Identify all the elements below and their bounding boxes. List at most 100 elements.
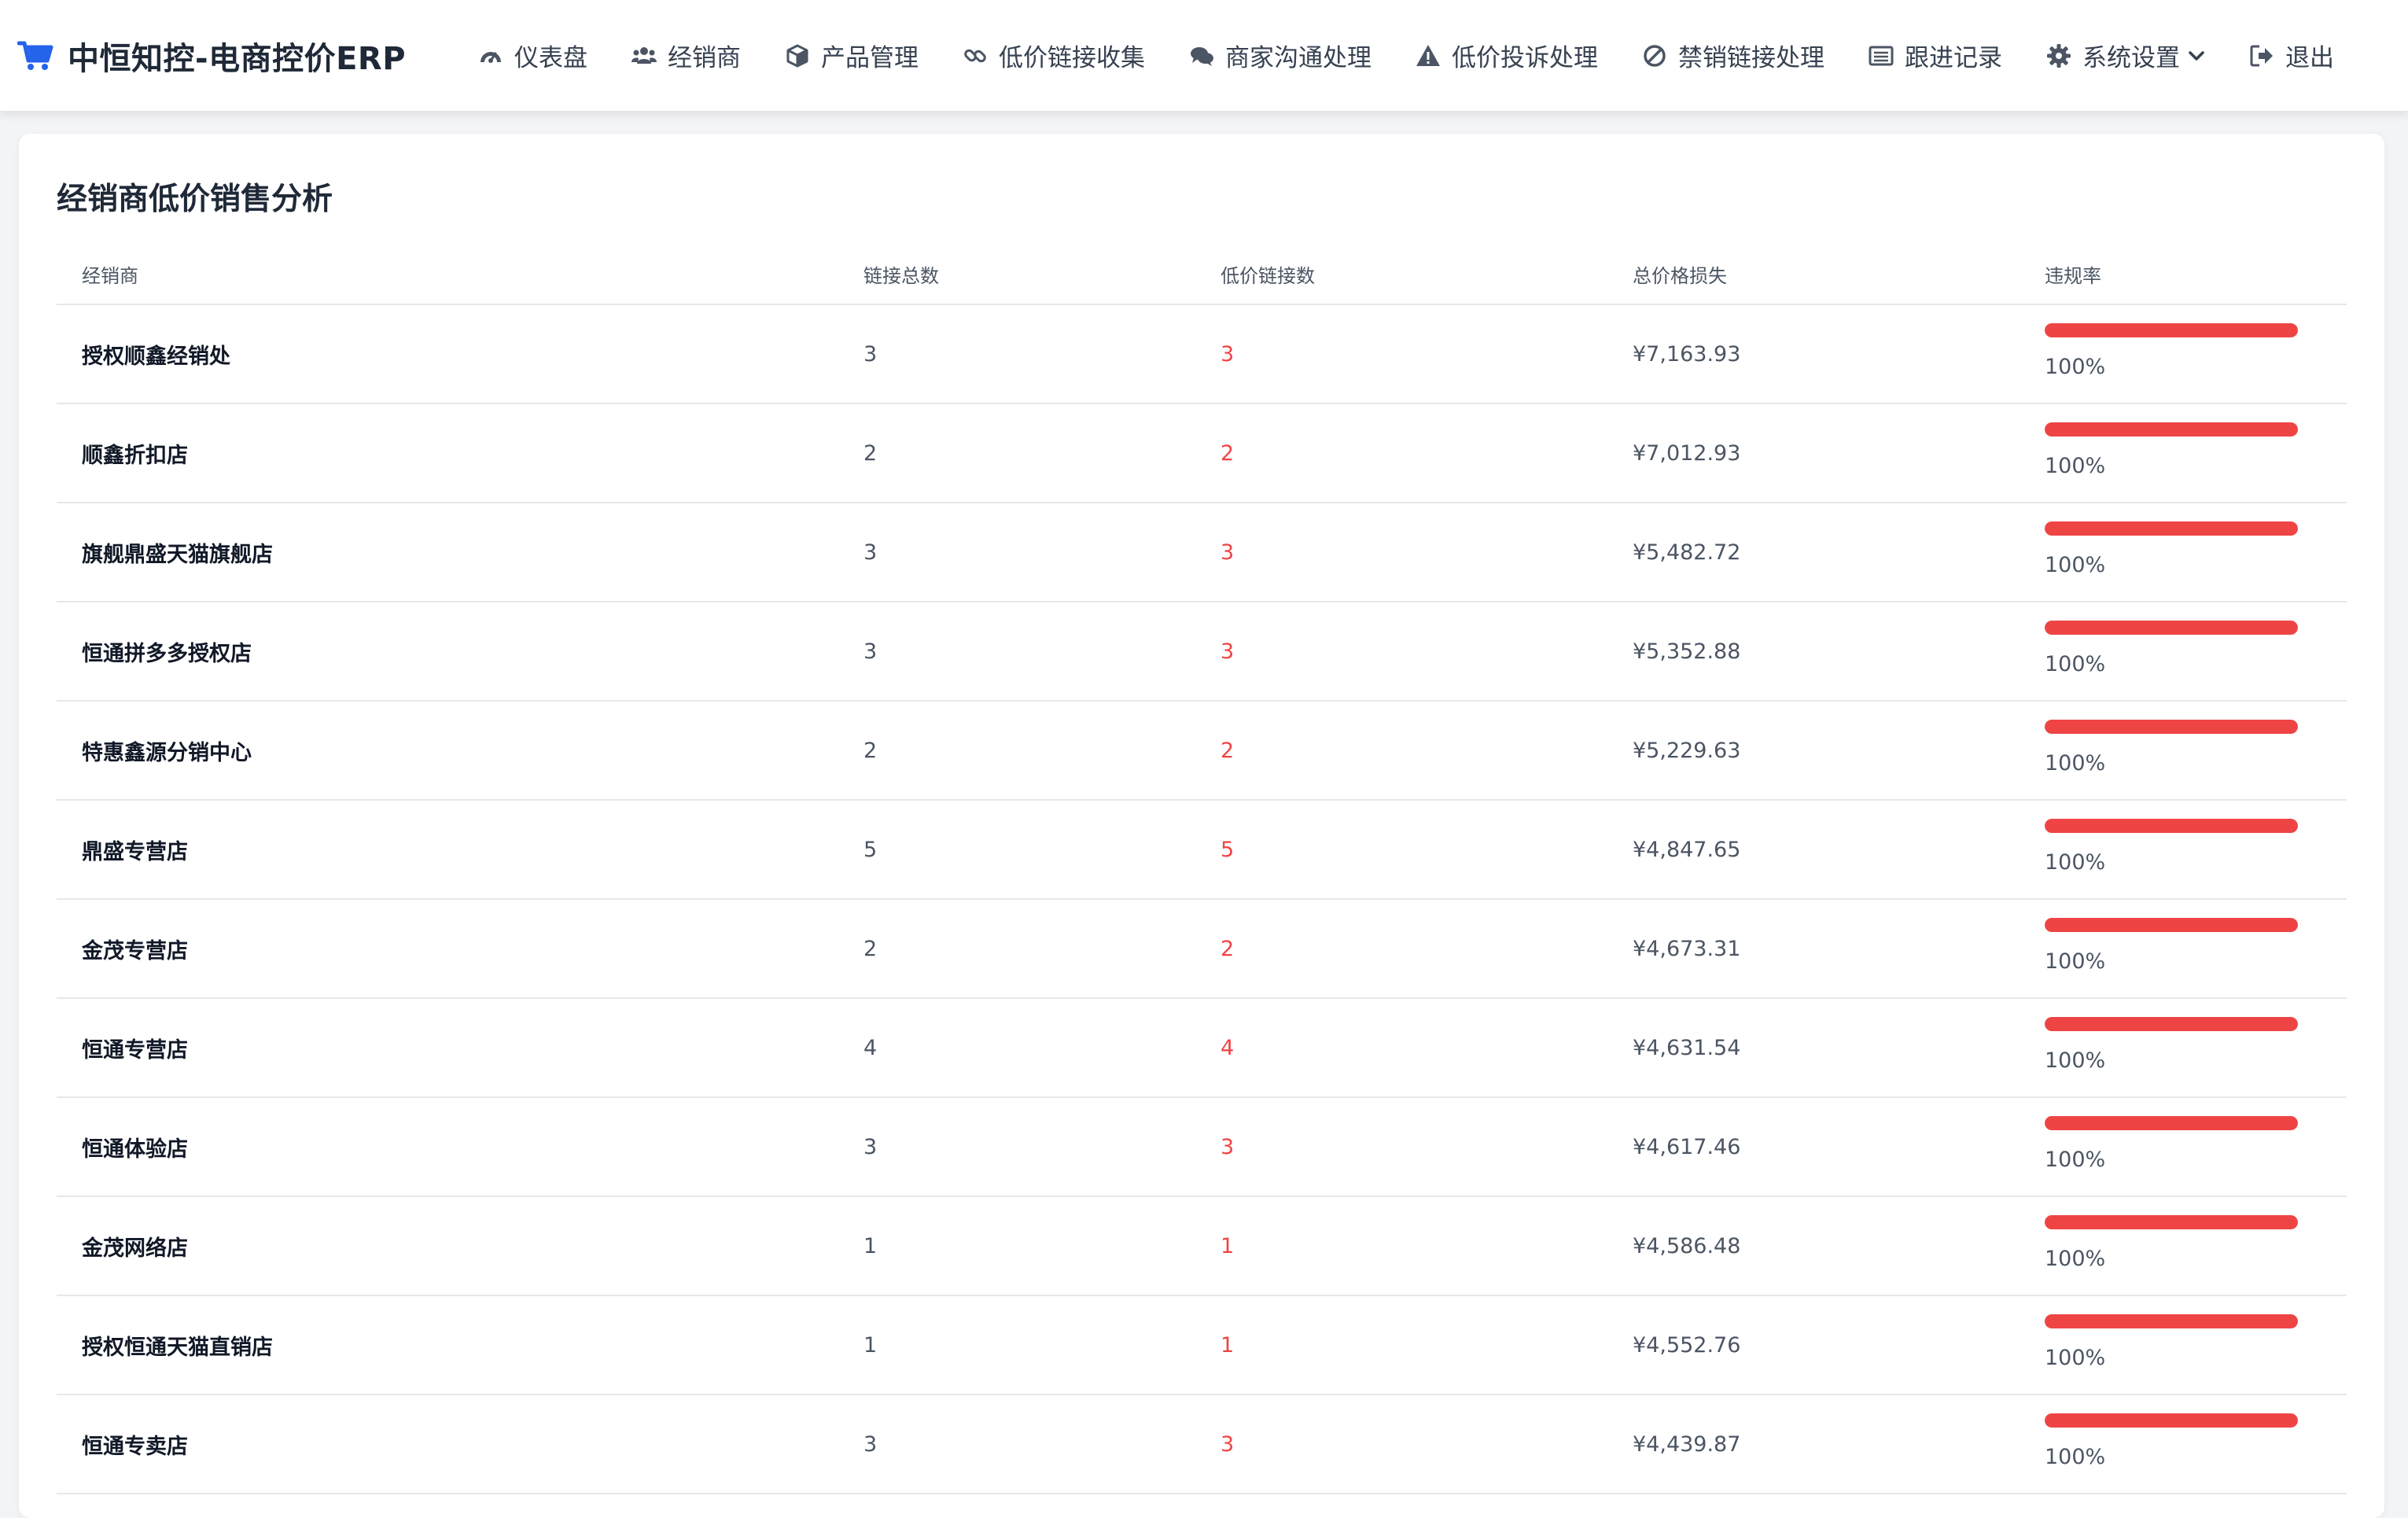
- table-header: 经销商 链接总数 低价链接数 总价格损失 违规率: [57, 244, 2347, 305]
- violation-rate-bar: [2045, 422, 2298, 437]
- table-row[interactable]: 授权顺鑫经销处 3 3 ¥7,163.93 100%: [57, 305, 2347, 404]
- link-total: 3: [863, 341, 878, 367]
- violation-rate-bar-fill: [2045, 1116, 2298, 1130]
- list-icon: [1869, 46, 1894, 65]
- nav-item-follow-up[interactable]: 跟进记录: [1869, 0, 2002, 111]
- violation-rate-text: 100%: [2045, 454, 2106, 478]
- price-loss: ¥4,586.48: [1633, 1233, 1741, 1258]
- violation-rate-text: 100%: [2045, 949, 2106, 974]
- ban-icon: [1644, 44, 1666, 67]
- distributor-name: 恒通专营店: [82, 1037, 188, 1063]
- violation-rate-text: 100%: [2045, 1048, 2106, 1073]
- nav-label-banned-links: 禁销链接处理: [1678, 44, 1824, 72]
- nav-label-follow-up: 跟进记录: [1905, 44, 2002, 72]
- violation-rate-cell: 100%: [2045, 701, 2347, 800]
- low-price-link-count: 3: [1221, 639, 1235, 664]
- violation-rate-cell: 100%: [2045, 304, 2347, 403]
- nav-item-distributors[interactable]: 经销商: [631, 0, 741, 111]
- distributor-analysis-card: 经销商低价销售分析 经销商 链接总数 低价链接数 总价格损失 违规率 授权顺鑫经…: [19, 134, 2384, 1518]
- violation-rate-text: 100%: [2045, 850, 2106, 875]
- table-row[interactable]: 顺鑫折扣店 2 2 ¥7,012.93 100%: [57, 404, 2347, 503]
- violation-rate-cell: 100%: [2045, 998, 2347, 1097]
- nav-item-banned-links[interactable]: 禁销链接处理: [1642, 0, 1824, 111]
- header-violation-rate: 违规率: [2045, 264, 2101, 287]
- violation-rate-bar-fill: [2045, 422, 2298, 437]
- distributor-name: 恒通体验店: [82, 1137, 188, 1162]
- price-loss: ¥4,631.54: [1633, 1035, 1741, 1060]
- violation-rate-text: 100%: [2045, 652, 2106, 676]
- price-loss: ¥4,673.31: [1633, 936, 1741, 961]
- nav-item-low-price-complaints[interactable]: 低价投诉处理: [1416, 0, 1598, 111]
- violation-rate-text: 100%: [2045, 1247, 2106, 1271]
- distributor-name: 顺鑫折扣店: [82, 443, 188, 468]
- violation-rate-cell: 100%: [2045, 800, 2347, 899]
- app-title: 中恒知控-电商控价ERP: [68, 40, 407, 77]
- low-price-link-count: 2: [1221, 440, 1235, 466]
- link-total: 5: [863, 837, 878, 862]
- card-title: 经销商低价销售分析: [57, 182, 333, 217]
- nav-label-low-price-links: 低价链接收集: [999, 44, 1145, 72]
- violation-rate-bar-fill: [2045, 1017, 2298, 1031]
- table-row[interactable]: 旗舰鼎盛天猫旗舰店 3 3 ¥5,482.72 100%: [57, 503, 2347, 602]
- table-row[interactable]: 恒通专营店 4 4 ¥4,631.54 100%: [57, 999, 2347, 1098]
- nav-item-logout[interactable]: 退出: [2249, 0, 2334, 111]
- low-price-link-count: 2: [1221, 936, 1235, 961]
- violation-rate-cell: 100%: [2045, 1395, 2347, 1494]
- price-loss: ¥5,482.72: [1633, 540, 1741, 565]
- nav-label-low-price-complaints: 低价投诉处理: [1452, 44, 1598, 72]
- table-row[interactable]: 恒通专卖店 3 3 ¥4,439.87 100%: [57, 1395, 2347, 1494]
- price-loss: ¥5,352.88: [1633, 639, 1741, 664]
- cube-icon: [786, 44, 808, 67]
- link-icon: [964, 49, 986, 62]
- violation-rate-bar: [2045, 1314, 2298, 1328]
- price-loss: ¥4,617.46: [1633, 1134, 1741, 1159]
- violation-rate-cell: 100%: [2045, 403, 2347, 503]
- table-row[interactable]: 恒通体验店 3 3 ¥4,617.46 100%: [57, 1098, 2347, 1197]
- low-price-link-count: 1: [1221, 1233, 1235, 1258]
- nav-item-dashboard[interactable]: 仪表盘: [478, 0, 587, 111]
- distributor-name: 特惠鑫源分销中心: [82, 740, 252, 765]
- nav-label-settings: 系统设置: [2082, 44, 2180, 72]
- link-total: 2: [863, 936, 878, 961]
- table-row[interactable]: 授权恒通天猫直销店 1 1 ¥4,552.76 100%: [57, 1296, 2347, 1395]
- header-distributor: 经销商: [82, 264, 138, 287]
- nav-item-low-price-links[interactable]: 低价链接收集: [963, 0, 1145, 111]
- violation-rate-bar-fill: [2045, 521, 2298, 536]
- violation-rate-bar-fill: [2045, 323, 2298, 337]
- violation-rate-text: 100%: [2045, 355, 2106, 379]
- violation-rate-cell: 100%: [2045, 503, 2347, 602]
- violation-rate-bar-fill: [2045, 720, 2298, 734]
- table-row[interactable]: 特惠鑫源分销中心 2 2 ¥5,229.63 100%: [57, 702, 2347, 801]
- distributor-name: 鼎盛专营店: [82, 839, 188, 864]
- table-row[interactable]: 金茂专营店 2 2 ¥4,673.31 100%: [57, 900, 2347, 999]
- violation-rate-text: 100%: [2045, 1148, 2106, 1172]
- price-loss: ¥4,439.87: [1633, 1431, 1741, 1457]
- table-row[interactable]: 金茂网络店 1 1 ¥4,586.48 100%: [57, 1197, 2347, 1296]
- chevron-down-icon: [2189, 50, 2204, 61]
- violation-rate-bar: [2045, 521, 2298, 536]
- nav-item-settings[interactable]: 系统设置: [2046, 0, 2205, 111]
- low-price-link-count: 2: [1221, 738, 1235, 763]
- link-total: 3: [863, 1431, 878, 1457]
- violation-rate-bar: [2045, 918, 2298, 932]
- nav-item-products[interactable]: 产品管理: [785, 0, 919, 111]
- table-row[interactable]: 鼎盛专营店 5 5 ¥4,847.65 100%: [57, 801, 2347, 900]
- distributor-name: 授权恒通天猫直销店: [82, 1335, 273, 1360]
- table-row[interactable]: 恒通拼多多授权店 3 3 ¥5,352.88 100%: [57, 602, 2347, 702]
- price-loss: ¥5,229.63: [1633, 738, 1741, 763]
- distributor-name: 金茂专营店: [82, 938, 188, 963]
- nav-label-products: 产品管理: [821, 44, 919, 72]
- distributor-name: 金茂网络店: [82, 1236, 188, 1261]
- top-navbar: 中恒知控-电商控价ERP 仪表盘 经销商 产品管理 低价链接收集 商家沟通处理 …: [0, 0, 2408, 111]
- nav-item-merchant-communication[interactable]: 商家沟通处理: [1189, 0, 1372, 111]
- nav-label-logout: 退出: [2285, 44, 2334, 72]
- distributor-name: 授权顺鑫经销处: [82, 344, 230, 369]
- price-loss: ¥7,012.93: [1633, 440, 1741, 466]
- brand[interactable]: 中恒知控-电商控价ERP: [17, 0, 406, 111]
- violation-rate-cell: 100%: [2045, 602, 2347, 701]
- violation-rate-bar: [2045, 720, 2298, 734]
- violation-rate-bar-fill: [2045, 918, 2298, 932]
- link-total: 1: [863, 1233, 878, 1258]
- violation-rate-bar: [2045, 1413, 2298, 1428]
- distributor-table: 经销商 链接总数 低价链接数 总价格损失 违规率 授权顺鑫经销处 3 3 ¥7,163…: [57, 244, 2347, 1494]
